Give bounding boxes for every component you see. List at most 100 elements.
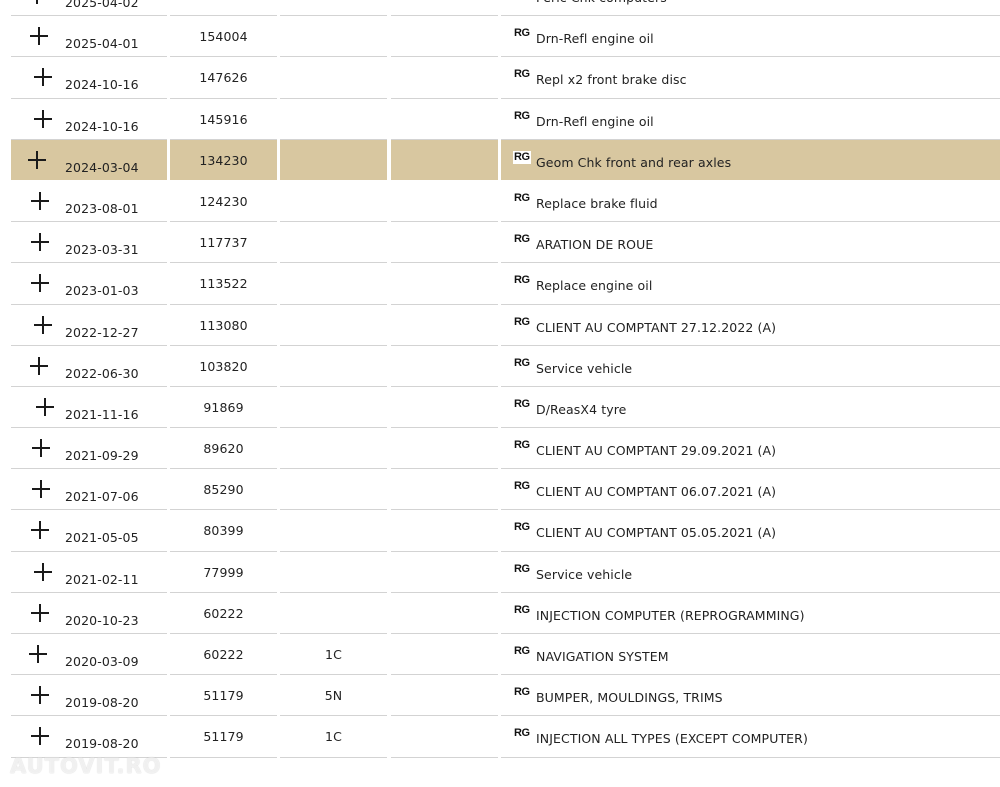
row-code: 5N xyxy=(324,688,343,704)
mileage-cell: 91869 xyxy=(170,387,277,429)
row-date: 2020-10-23 xyxy=(65,612,139,628)
rg-badge-icon: RG xyxy=(514,727,530,740)
expand-plus-icon[interactable] xyxy=(29,645,47,663)
expand-plus-icon[interactable] xyxy=(30,27,48,46)
empty-cell xyxy=(391,593,498,634)
rg-badge-icon: RG xyxy=(514,686,530,699)
empty-cell xyxy=(391,139,498,181)
expand-plus-icon[interactable] xyxy=(28,150,46,169)
row-description: Drn-Refl engine oil xyxy=(536,31,654,47)
expand-plus-icon[interactable] xyxy=(31,191,49,210)
date-cell: 2021-05-05 xyxy=(11,510,167,552)
expand-plus-icon[interactable] xyxy=(34,109,52,128)
table-row[interactable]: 2022-06-30 103820 RG Service vehicle xyxy=(0,346,1000,387)
mileage-cell: 117737 xyxy=(170,222,277,264)
table-row[interactable]: 2021-02-11 77999 RG Service vehicle xyxy=(0,552,1000,593)
expand-plus-icon[interactable] xyxy=(32,439,50,458)
mileage-cell: 103820 xyxy=(170,346,277,387)
expand-plus-icon[interactable] xyxy=(32,480,50,499)
row-description: Repl x2 front brake disc xyxy=(536,72,687,88)
mileage-cell: 85290 xyxy=(170,469,277,511)
mileage-cell: 145916 xyxy=(170,99,277,140)
mileage-cell: 113080 xyxy=(170,305,277,346)
description-cell: RG Peric Chk computers xyxy=(501,0,1000,17)
description-cell: RG CLIENT AU COMPTANT 05.05.2021 (A) xyxy=(501,510,1000,552)
rg-badge-icon: RG xyxy=(514,315,530,328)
rg-badge-icon: RG xyxy=(514,191,530,204)
date-cell: 2024-10-16 xyxy=(11,99,167,140)
service-history-table: 2025-04-02 RG Peric Chk computers 2025-0… xyxy=(0,0,1000,758)
empty-cell xyxy=(391,428,498,470)
date-cell: 2021-02-11 xyxy=(11,552,167,593)
mileage-cell: 51179 xyxy=(170,716,277,758)
expand-plus-icon[interactable] xyxy=(34,562,52,581)
expand-plus-icon[interactable] xyxy=(36,397,54,416)
table-row[interactable]: 2020-10-23 60222 RG INJECTION COMPUTER (… xyxy=(0,593,1000,634)
row-mileage: 117737 xyxy=(199,235,248,251)
code-cell xyxy=(280,263,387,305)
table-row[interactable]: 2021-07-06 85290 RG CLIENT AU COMPTANT 0… xyxy=(0,469,1000,511)
row-date: 2022-12-27 xyxy=(65,324,139,340)
table-row[interactable]: 2021-11-16 91869 RG D/ReasX4 tyre xyxy=(0,387,1000,429)
row-date: 2023-08-01 xyxy=(65,200,139,216)
expand-plus-icon[interactable] xyxy=(31,233,49,252)
row-mileage: 113522 xyxy=(199,276,248,292)
expand-plus-icon[interactable] xyxy=(28,0,46,4)
table-row[interactable]: 2019-08-20 51179 5N RG BUMPER, MOULDINGS… xyxy=(0,675,1000,717)
mileage-cell: 60222 xyxy=(170,593,277,634)
rg-badge-icon: RG xyxy=(514,233,530,246)
code-cell: 1C xyxy=(280,716,387,758)
table-row[interactable]: 2025-04-01 154004 RG Drn-Refl engine oil xyxy=(0,16,1000,58)
table-row[interactable]: 2025-04-02 RG Peric Chk computers xyxy=(0,0,1000,17)
expand-plus-icon[interactable] xyxy=(31,521,49,540)
table-row[interactable]: 2022-12-27 113080 RG CLIENT AU COMPTANT … xyxy=(0,305,1000,346)
description-cell: RG NAVIGATION SYSTEM xyxy=(501,634,1000,676)
date-cell: 2025-04-01 xyxy=(11,16,167,58)
date-cell: 2023-03-31 xyxy=(11,222,167,264)
row-mileage: 124230 xyxy=(199,193,248,209)
row-date: 2021-09-29 xyxy=(65,448,139,464)
row-code: 1C xyxy=(325,647,342,662)
code-cell xyxy=(280,0,387,17)
expand-plus-icon[interactable] xyxy=(31,686,49,705)
row-mileage: 51179 xyxy=(203,688,244,704)
table-row[interactable]: 2024-03-04 134230 RG Geom Chk front and … xyxy=(0,139,1000,181)
table-row[interactable]: 2023-08-01 124230 RG Replace brake fluid xyxy=(0,181,1000,223)
table-row[interactable]: 2019-08-20 51179 1C RG INJECTION ALL TYP… xyxy=(0,716,1000,758)
description-cell: RG ARATION DE ROUE xyxy=(501,222,1000,264)
row-code: 1C xyxy=(325,729,342,745)
date-cell: 2021-09-29 xyxy=(11,428,167,470)
rg-badge-icon: RG xyxy=(514,439,530,452)
table-row[interactable]: 2024-10-16 145916 RG Drn-Refl engine oil xyxy=(0,99,1000,140)
empty-cell xyxy=(391,469,498,511)
row-description: Service vehicle xyxy=(536,566,633,582)
expand-plus-icon[interactable] xyxy=(34,315,52,334)
expand-plus-icon[interactable] xyxy=(30,356,48,375)
expand-plus-icon[interactable] xyxy=(31,274,49,293)
date-cell: 2020-10-23 xyxy=(11,593,167,634)
table-row[interactable]: 2023-01-03 113522 RG Replace engine oil xyxy=(0,263,1000,305)
table-row[interactable]: 2021-09-29 89620 RG CLIENT AU COMPTANT 2… xyxy=(0,428,1000,470)
row-date: 2021-07-06 xyxy=(65,489,139,505)
expand-plus-icon[interactable] xyxy=(31,727,49,746)
description-cell: RG Replace brake fluid xyxy=(501,181,1000,223)
row-description: ARATION DE ROUE xyxy=(536,237,654,253)
row-description: CLIENT AU COMPTANT 06.07.2021 (A) xyxy=(536,484,777,500)
rg-badge-icon: RG xyxy=(514,480,530,493)
empty-cell xyxy=(391,181,498,223)
row-description: Peric Chk computers xyxy=(536,0,667,5)
expand-plus-icon[interactable] xyxy=(34,68,52,87)
table-row[interactable]: 2020-03-09 60222 1C RG NAVIGATION SYSTEM xyxy=(0,634,1000,676)
description-cell: RG Drn-Refl engine oil xyxy=(501,99,1000,140)
expand-plus-icon[interactable] xyxy=(31,603,49,622)
table-row[interactable]: 2024-10-16 147626 RG Repl x2 front brake… xyxy=(0,57,1000,99)
table-row[interactable]: 2023-03-31 117737 RG ARATION DE ROUE xyxy=(0,222,1000,264)
row-description: INJECTION COMPUTER (REPROGRAMMING) xyxy=(536,607,805,623)
mileage-cell xyxy=(170,0,277,17)
row-date: 2025-04-02 xyxy=(65,0,139,10)
row-description: Geom Chk front and rear axles xyxy=(536,154,732,170)
date-cell: 2022-12-27 xyxy=(11,305,167,346)
row-mileage: 113080 xyxy=(199,317,248,333)
row-date: 2019-08-20 xyxy=(65,736,139,752)
table-row[interactable]: 2021-05-05 80399 RG CLIENT AU COMPTANT 0… xyxy=(0,510,1000,552)
